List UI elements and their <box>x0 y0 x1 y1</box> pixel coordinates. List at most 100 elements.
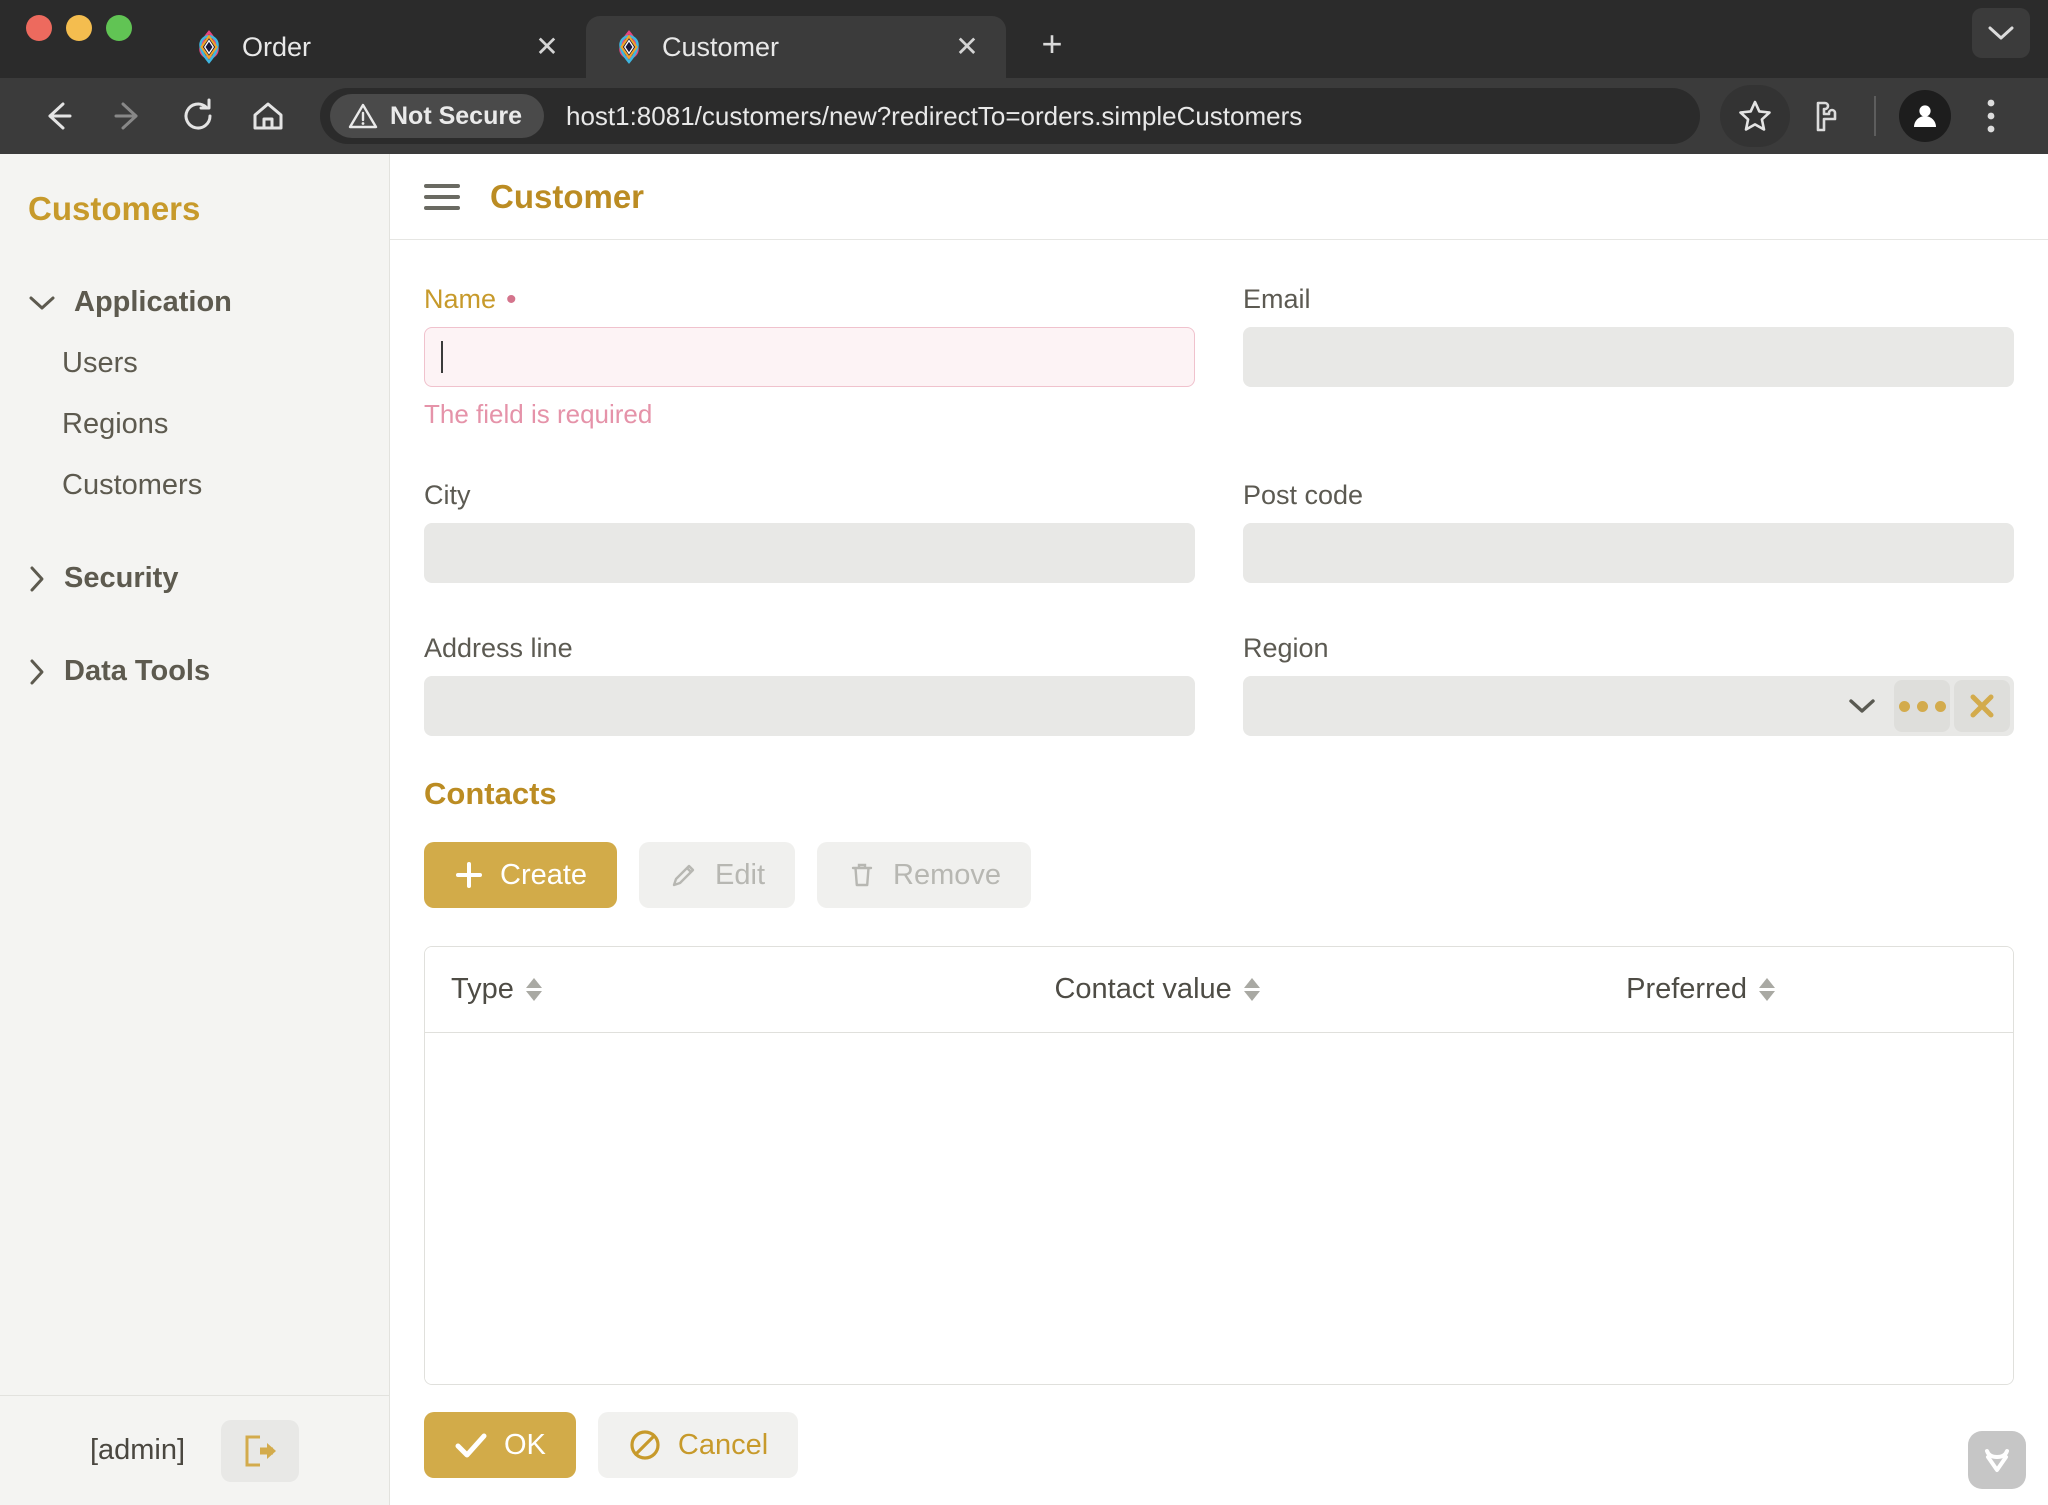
field-label: Name • <box>424 284 1195 315</box>
column-label: Type <box>451 973 514 1005</box>
three-dot-menu-icon <box>1987 99 1995 133</box>
column-header-preferred[interactable]: Preferred <box>1600 973 2013 1006</box>
sidebar-item-users[interactable]: Users <box>0 333 389 394</box>
browser-tab-order[interactable]: Order ✕ <box>166 16 586 78</box>
edit-contact-button[interactable]: Edit <box>639 842 796 908</box>
back-arrow-icon[interactable] <box>26 84 90 148</box>
create-contact-button[interactable]: Create <box>424 842 618 908</box>
column-label: Contact value <box>1054 973 1232 1005</box>
ban-circle-icon <box>630 1430 660 1460</box>
bookmark-button[interactable] <box>1720 85 1790 147</box>
new-tab-button[interactable]: + <box>1022 14 1082 74</box>
sidebar-item-label: Customers <box>62 469 203 501</box>
ellipsis-icon <box>1898 700 1946 712</box>
address-line-input[interactable] <box>424 676 1195 736</box>
field-city: City <box>424 480 1195 583</box>
sidebar-app-title: Customers <box>28 190 201 227</box>
extensions-button[interactable] <box>1794 85 1856 147</box>
puzzle-piece-icon <box>1816 101 1837 132</box>
ok-button[interactable]: OK <box>424 1412 576 1478</box>
sidebar-item-label: Regions <box>62 408 169 440</box>
city-input[interactable] <box>424 523 1195 583</box>
button-label: Edit <box>715 858 766 891</box>
minimize-window-button[interactable] <box>66 15 92 41</box>
check-icon <box>455 1433 487 1458</box>
tab-title: Order <box>242 31 312 62</box>
tab-search-button[interactable] <box>1972 8 2030 58</box>
customer-form: Name • The field is required Email City … <box>424 284 2014 762</box>
field-label: Address line <box>424 633 573 663</box>
sidebar-group-data-tools[interactable]: Data Tools <box>0 641 389 702</box>
name-input[interactable] <box>424 327 1195 387</box>
sort-arrows-icon[interactable] <box>525 978 542 1001</box>
logout-button[interactable] <box>221 1419 300 1482</box>
support-widget-button[interactable] <box>1968 1431 2026 1489</box>
name-label-text: Name <box>424 284 497 314</box>
close-x-icon <box>1970 694 1994 718</box>
sidebar-item-regions[interactable]: Regions <box>0 394 389 455</box>
contacts-table: Type Contact value Preferred <box>424 946 2014 1385</box>
sidebar-item-customers[interactable]: Customers <box>0 455 389 516</box>
main-content: Customer Name • The field is required Em… <box>390 154 2048 1505</box>
sidebar-group-label: Data Tools <box>64 655 211 687</box>
hamburger-menu-icon[interactable] <box>424 183 460 210</box>
column-header-contact-value[interactable]: Contact value <box>1028 973 1600 1006</box>
owl-mascot-icon <box>1985 1449 2009 1472</box>
required-marker: • <box>506 282 517 316</box>
security-status-label: Not Secure <box>390 101 522 130</box>
sort-arrows-icon[interactable] <box>1759 978 1775 1001</box>
field-post-code: Post code <box>1243 480 2014 583</box>
field-label: City <box>424 480 471 510</box>
maximize-window-button[interactable] <box>106 15 132 41</box>
sidebar-group-application[interactable]: Application <box>0 272 389 333</box>
plus-icon <box>456 862 482 888</box>
field-label: Post code <box>1243 480 1364 510</box>
browser-tab-customer[interactable]: Customer ✕ <box>586 16 1006 78</box>
trash-icon <box>851 863 873 887</box>
sidebar-item-label: Users <box>62 347 138 379</box>
home-icon[interactable] <box>236 84 300 148</box>
region-browse-button[interactable] <box>1894 680 1950 732</box>
app-sidebar: Customers Application Users Regions Cust… <box>0 154 390 1505</box>
sidebar-footer: [admin] <box>0 1395 389 1505</box>
region-clear-button[interactable] <box>1954 680 2010 732</box>
chevron-right-icon <box>30 566 44 591</box>
tab-strip: Order ✕ Customer ✕ + <box>0 0 2048 78</box>
warning-triangle-icon <box>348 103 378 129</box>
not-secure-badge[interactable]: Not Secure <box>330 94 544 138</box>
name-error-message: The field is required <box>424 399 653 429</box>
field-region: Region <box>1243 633 2014 736</box>
button-label: Remove <box>893 858 1002 891</box>
chevron-down-icon <box>1988 26 2014 40</box>
close-tab-button[interactable]: ✕ <box>950 33 984 61</box>
close-tab-button[interactable]: ✕ <box>530 33 564 61</box>
browser-toolbar: Not Secure host1:8081/customers/new?redi… <box>0 78 2048 154</box>
column-label: Preferred <box>1626 973 1747 1005</box>
button-label: Cancel <box>677 1428 769 1461</box>
button-label: OK <box>504 1428 546 1461</box>
sidebar-group-security[interactable]: Security <box>0 548 389 609</box>
field-email: Email <box>1243 284 2014 430</box>
post-code-input[interactable] <box>1243 523 2014 583</box>
table-header-row: Type Contact value Preferred <box>425 947 2013 1033</box>
toolbar-actions <box>1720 85 2022 147</box>
remove-contact-button[interactable]: Remove <box>817 842 1032 908</box>
region-lookup-field[interactable] <box>1243 676 2014 736</box>
address-bar[interactable]: Not Secure host1:8081/customers/new?redi… <box>320 88 1700 144</box>
reload-icon[interactable] <box>166 84 230 148</box>
sidebar-group-label: Security <box>64 562 179 594</box>
email-input[interactable] <box>1243 327 2014 387</box>
browser-menu-button[interactable] <box>1960 85 2022 147</box>
table-body <box>425 1033 2013 1384</box>
sort-arrows-icon[interactable] <box>1243 978 1260 1001</box>
cancel-button[interactable]: Cancel <box>597 1412 799 1478</box>
chevron-down-icon[interactable] <box>1834 697 1890 715</box>
profile-button[interactable] <box>1894 85 1956 147</box>
contacts-section-title: Contacts <box>424 776 557 811</box>
page-viewport: Customers Application Users Regions Cust… <box>0 154 2048 1505</box>
column-header-type[interactable]: Type <box>425 973 1028 1006</box>
app-logo-icon <box>192 30 226 64</box>
forward-arrow-icon[interactable] <box>96 84 160 148</box>
close-window-button[interactable] <box>26 15 52 41</box>
